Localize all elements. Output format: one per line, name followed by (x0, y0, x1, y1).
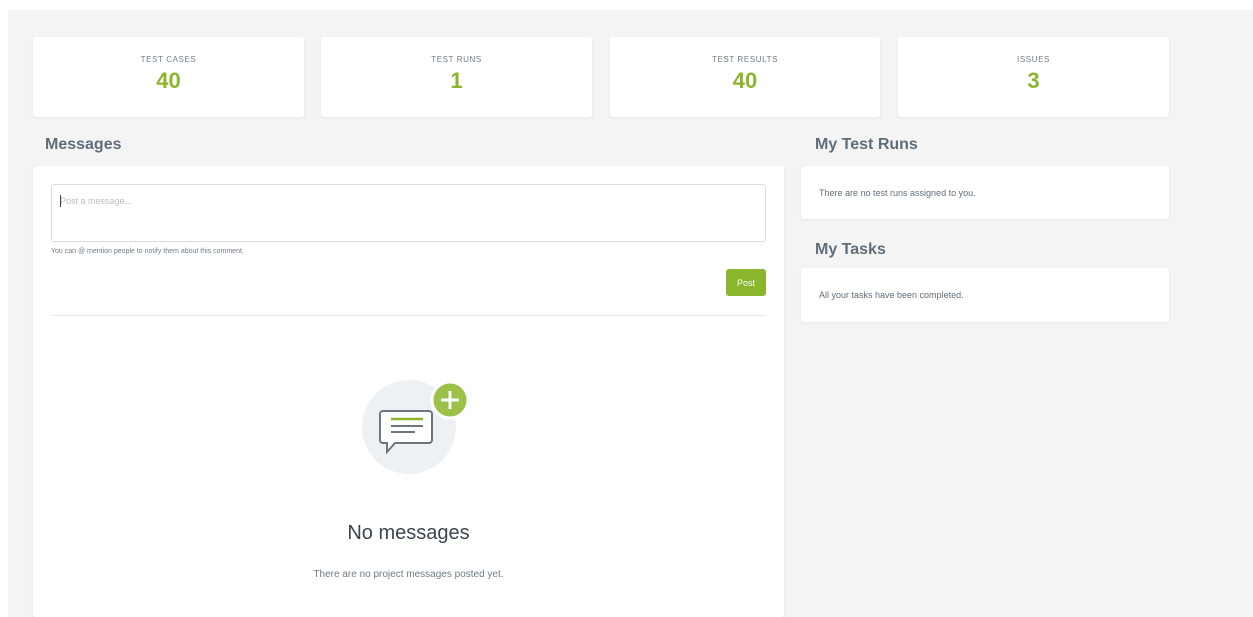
stat-card-test-runs[interactable]: TEST RUNS 1 (321, 37, 592, 117)
no-messages-title: No messages (347, 522, 470, 544)
stat-value: 40 (732, 68, 758, 93)
stat-label: TEST CASES (140, 55, 197, 64)
stat-value: 3 (1027, 68, 1040, 93)
messages-title: Messages (45, 136, 122, 153)
my-test-runs-panel: There are no test runs assigned to you. (801, 166, 1169, 219)
message-input[interactable] (51, 184, 766, 242)
stat-card-issues[interactable]: ISSUES 3 (898, 37, 1169, 117)
stat-label: TEST RESULTS (711, 55, 779, 64)
stat-card-test-results[interactable]: TEST RESULTS 40 (610, 37, 880, 117)
dashboard-canvas: TEST CASES 40 TEST RUNS 1 TEST RESULTS 4… (8, 10, 1253, 617)
stat-value: 1 (450, 68, 463, 93)
text-caret (60, 195, 61, 207)
my-test-runs-title: My Test Runs (815, 136, 918, 153)
divider (51, 315, 766, 316)
post-button[interactable]: Post (726, 269, 766, 296)
mention-hint: You can @ mention people to notify them … (51, 248, 244, 255)
stat-label: ISSUES (1017, 55, 1050, 64)
my-test-runs-empty-text: There are no test runs assigned to you. (819, 188, 976, 198)
messages-panel: You can @ mention people to notify them … (33, 166, 784, 617)
stat-label: TEST RUNS (431, 55, 482, 64)
stat-card-test-cases[interactable]: TEST CASES 40 (33, 37, 304, 117)
my-tasks-empty-text: All your tasks have been completed. (819, 290, 964, 300)
my-tasks-title: My Tasks (815, 241, 886, 258)
my-tasks-panel: All your tasks have been completed. (801, 268, 1169, 322)
chat-bubble-plus-icon (362, 380, 470, 474)
stat-value: 40 (156, 68, 181, 93)
no-messages-subtitle: There are no project messages posted yet… (313, 569, 504, 580)
